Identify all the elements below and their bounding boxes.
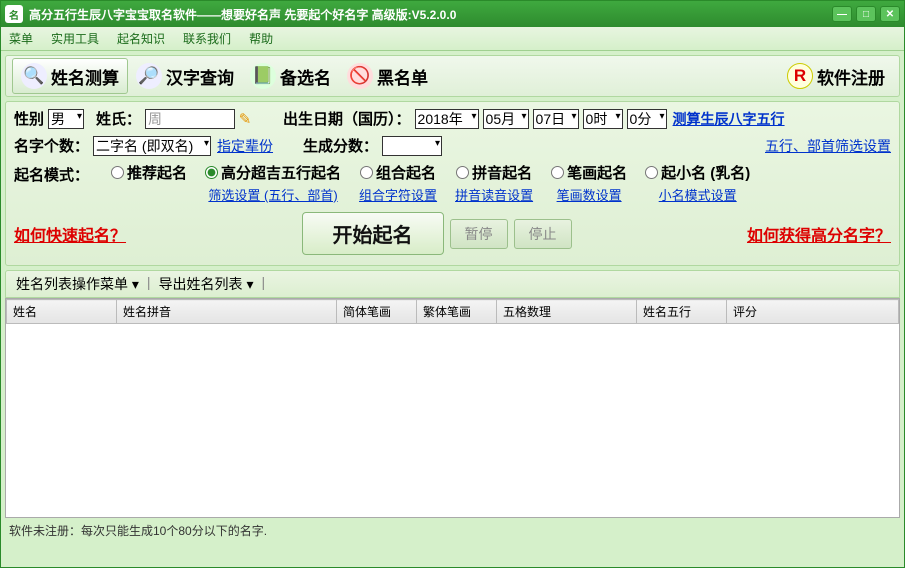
col-wuge[interactable]: 五格数理 (497, 300, 637, 324)
how-fast-link[interactable]: 如何快速起名？ (14, 222, 126, 246)
mode-stroke[interactable]: 笔画起名 笔画数设置 (551, 162, 627, 204)
start-button[interactable]: 开始起名 (302, 212, 444, 255)
mode-wuxing[interactable]: 高分超吉五行起名 筛选设置 (五行、部首) (205, 162, 341, 204)
menubar: 菜单 实用工具 起名知识 联系我们 帮助 (1, 27, 904, 51)
forbidden-icon: 🚫 (347, 63, 373, 89)
col-trad-stroke[interactable]: 繁体笔画 (417, 300, 497, 324)
mode-pinyin[interactable]: 拼音起名 拼音读音设置 (455, 162, 533, 204)
mode-combo[interactable]: 组合起名 组合字符设置 (359, 162, 437, 204)
col-simp-stroke[interactable]: 简体笔画 (337, 300, 417, 324)
register-button[interactable]: R 软件注册 (779, 59, 893, 93)
mode-nickname-sub[interactable]: 小名模式设置 (659, 185, 737, 204)
toolbar: 🔍 姓名测算 🔎 汉字查询 📗 备选名 🚫 黑名单 R 软件注册 (5, 55, 900, 97)
birth-label: 出生日期（国历）： (283, 108, 411, 129)
edit-icon[interactable]: ✎ (237, 111, 253, 127)
mode-label: 起名模式： (14, 164, 89, 185)
pause-button[interactable]: 暂停 (450, 219, 508, 249)
search-icon: 🔎 (136, 63, 162, 89)
year-select[interactable] (415, 109, 479, 129)
col-score[interactable]: 评分 (727, 300, 899, 324)
mode-combo-sub[interactable]: 组合字符设置 (359, 185, 437, 204)
tab-candidate[interactable]: 📗 备选名 (242, 59, 339, 93)
form-panel: 性别 姓氏： ✎ 出生日期（国历）： 测算生辰八字五行 名字个数： 指定辈份 生… (5, 101, 900, 266)
calc-bazi-link[interactable]: 测算生辰八字五行 (673, 109, 785, 129)
stop-button[interactable]: 停止 (514, 219, 572, 249)
how-high-link[interactable]: 如何获得高分名字？ (747, 222, 891, 246)
menu-help[interactable]: 帮助 (249, 30, 273, 47)
mode-recommend[interactable]: 推荐起名 (111, 162, 187, 183)
filter-settings-link[interactable]: 五行、部首筛选设置 (765, 136, 891, 156)
mode-stroke-sub[interactable]: 笔画数设置 (557, 185, 622, 204)
gender-label: 性别 (14, 108, 44, 129)
mode-wuxing-sub[interactable]: 筛选设置 (五行、部首) (208, 185, 337, 204)
name-count-select[interactable] (93, 136, 211, 156)
register-icon: R (787, 63, 813, 89)
mode-nickname[interactable]: 起小名 (乳名) 小名模式设置 (645, 162, 750, 204)
menu-main[interactable]: 菜单 (9, 30, 33, 47)
minute-select[interactable] (627, 109, 667, 129)
menu-tools[interactable]: 实用工具 (51, 30, 99, 47)
col-wuxing[interactable]: 姓名五行 (637, 300, 727, 324)
titlebar: 名 高分五行生辰八字宝宝取名软件——想要好名声 先要起个好名字 高级版:V5.2… (1, 1, 904, 27)
app-window: 名 高分五行生辰八字宝宝取名软件——想要好名声 先要起个好名字 高级版:V5.2… (0, 0, 905, 568)
tab-hanzi-query[interactable]: 🔎 汉字查询 (128, 59, 242, 93)
magnifier-icon: 🔍 (21, 63, 47, 89)
gender-select[interactable] (48, 109, 84, 129)
gen-score-select[interactable] (382, 136, 442, 156)
surname-input[interactable] (145, 109, 235, 129)
month-select[interactable] (483, 109, 529, 129)
maximize-button[interactable]: □ (856, 6, 876, 22)
mode-pinyin-sub[interactable]: 拼音读音设置 (455, 185, 533, 204)
col-pinyin[interactable]: 姓名拼音 (117, 300, 337, 324)
menu-contact[interactable]: 联系我们 (183, 30, 231, 47)
day-select[interactable] (533, 109, 579, 129)
assign-gen-link[interactable]: 指定辈份 (217, 136, 273, 156)
minimize-button[interactable]: — (832, 6, 852, 22)
window-title: 高分五行生辰八字宝宝取名软件——想要好名声 先要起个好名字 高级版:V5.2.0… (29, 6, 832, 23)
tab-blacklist[interactable]: 🚫 黑名单 (339, 59, 436, 93)
app-icon: 名 (5, 5, 23, 23)
col-name[interactable]: 姓名 (7, 300, 117, 324)
status-bar: 软件未注册：每次只能生成10个80分以下的名字. (1, 518, 904, 543)
menu-knowledge[interactable]: 起名知识 (117, 30, 165, 47)
tab-name-calc[interactable]: 🔍 姓名测算 (12, 58, 128, 94)
surname-label: 姓氏： (96, 108, 141, 129)
book-icon: 📗 (250, 63, 276, 89)
name-count-label: 名字个数： (14, 135, 89, 156)
results-table[interactable]: 姓名 姓名拼音 简体笔画 繁体笔画 五格数理 姓名五行 评分 (5, 298, 900, 518)
gen-score-label: 生成分数： (303, 135, 378, 156)
hour-select[interactable] (583, 109, 623, 129)
list-ops-menu[interactable]: 姓名列表操作菜单 ▾ (16, 274, 139, 294)
close-button[interactable]: ✕ (880, 6, 900, 22)
export-list-menu[interactable]: 导出姓名列表 ▾ (159, 274, 254, 294)
list-ops-bar: 姓名列表操作菜单 ▾ | 导出姓名列表 ▾ | (5, 270, 900, 298)
